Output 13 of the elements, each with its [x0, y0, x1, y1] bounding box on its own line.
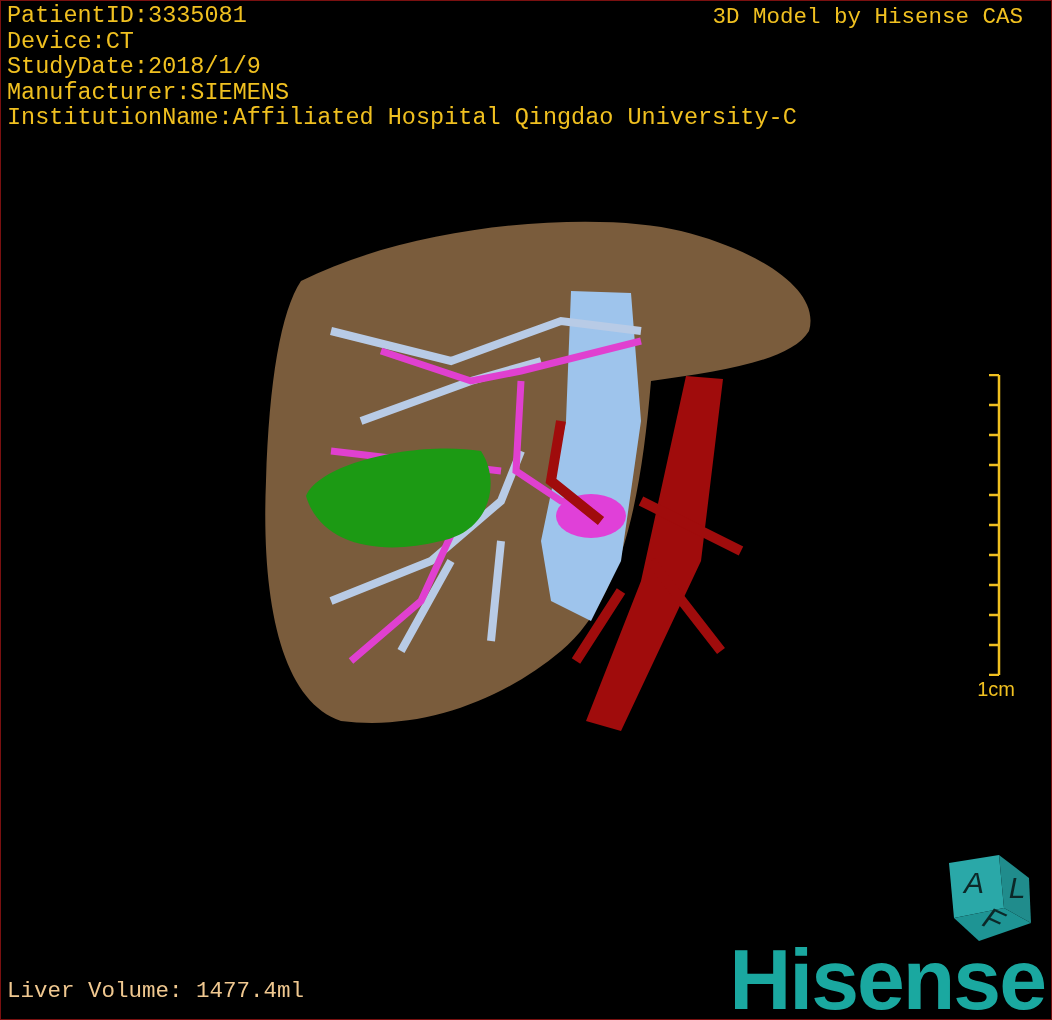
info-text: Manufacturer:SIEMENS	[7, 79, 290, 105]
info-text: Device:CT	[7, 28, 134, 54]
credit-text: 3D Model by Hisense CAS	[712, 4, 1023, 30]
liver-volume-text: Liver Volume: 1477.4ml	[7, 978, 305, 1004]
info-text: StudyDate:2018/1/9	[7, 54, 261, 80]
logo-text: Hisense	[729, 939, 1045, 1019]
scale-label: 1cm	[977, 678, 1015, 700]
info-text: PatientID:3335081	[7, 3, 247, 29]
info-text: InstitutionName:Affiliated Hospital Qingdao University-C	[7, 105, 797, 131]
cube-letter: L	[1008, 871, 1026, 904]
cube-letter: A	[964, 866, 984, 899]
orientation-cube-drawing[interactable]	[949, 855, 1031, 941]
cube-letter: F	[978, 900, 1009, 939]
